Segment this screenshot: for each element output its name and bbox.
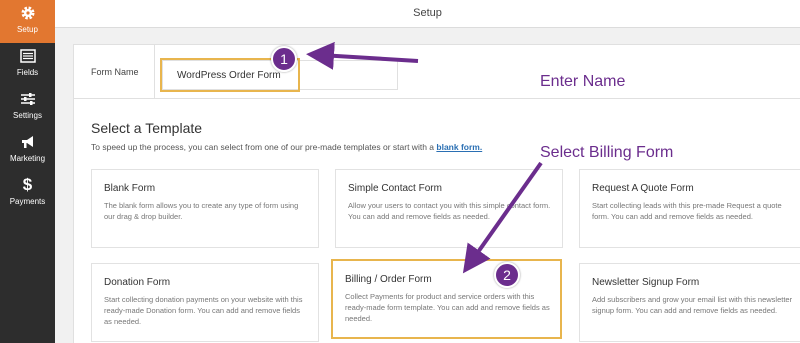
template-card-title: Newsletter Signup Form <box>592 277 700 288</box>
sidebar-item-payments[interactable]: $ Payments <box>0 172 55 215</box>
form-name-row: Form Name <box>74 45 800 99</box>
template-card-desc: The blank form allows you to create any … <box>104 201 299 221</box>
template-card-title: Simple Contact Form <box>348 183 442 194</box>
template-card-desc: Allow your users to contact you with thi… <box>348 201 551 221</box>
template-card-title: Donation Form <box>104 277 171 288</box>
template-card-blank[interactable]: Blank Form The blank form allows you to … <box>91 169 319 248</box>
sliders-icon <box>0 90 55 108</box>
form-name-label: Form Name <box>91 67 139 77</box>
sidebar-item-settings[interactable]: Settings <box>0 86 55 129</box>
blank-form-link[interactable]: blank form. <box>436 142 482 152</box>
megaphone-icon <box>0 133 55 151</box>
template-heading: Select a Template <box>91 120 203 136</box>
sidebar-item-label: Marketing <box>9 154 46 163</box>
sidebar-item-fields[interactable]: Fields <box>0 43 55 86</box>
enter-name-annotation: Enter Name <box>540 73 626 90</box>
sidebar-item-label: Payments <box>9 197 46 206</box>
sidebar-item-label: Setup <box>17 25 38 34</box>
sidebar-item-marketing[interactable]: Marketing <box>0 129 55 172</box>
template-card-newsletter[interactable]: Newsletter Signup Form Add subscribers a… <box>579 263 800 342</box>
template-card-title: Request A Quote Form <box>592 183 694 194</box>
step-1-badge: 1 <box>271 46 297 72</box>
template-card-title: Blank Form <box>104 183 156 194</box>
gear-icon <box>0 4 55 22</box>
template-card-desc: Collect Payments for product and service… <box>345 292 550 323</box>
template-card-desc: Start collecting leads with this pre-mad… <box>592 201 782 221</box>
fields-icon <box>0 47 55 65</box>
template-card-title: Billing / Order Form <box>345 274 432 285</box>
sidebar: Setup Fields Settings Marketing $ Paymen… <box>0 0 55 343</box>
step-2-badge: 2 <box>494 262 520 288</box>
template-description: To speed up the process, you can select … <box>91 142 482 152</box>
template-card-request-quote[interactable]: Request A Quote Form Start collecting le… <box>579 169 800 248</box>
template-card-billing-order[interactable]: Billing / Order Form Collect Payments fo… <box>331 259 562 339</box>
sidebar-item-setup[interactable]: Setup <box>0 0 55 43</box>
sidebar-item-label: Settings <box>13 111 42 120</box>
template-card-desc: Start collecting donation payments on yo… <box>104 295 303 326</box>
setup-panel: Form Name Select a Template To speed up … <box>73 44 800 343</box>
divider <box>154 45 155 99</box>
template-card-simple-contact[interactable]: Simple Contact Form Allow your users to … <box>335 169 563 248</box>
template-card-donation[interactable]: Donation Form Start collecting donation … <box>91 263 319 342</box>
dollar-icon: $ <box>22 175 33 194</box>
template-description-text: To speed up the process, you can select … <box>91 142 435 152</box>
page-title: Setup <box>413 7 442 19</box>
sidebar-item-label: Fields <box>16 68 39 77</box>
template-card-desc: Add subscribers and grow your email list… <box>592 295 793 315</box>
top-bar: Setup <box>55 0 800 28</box>
select-billing-annotation: Select Billing Form <box>540 144 674 161</box>
